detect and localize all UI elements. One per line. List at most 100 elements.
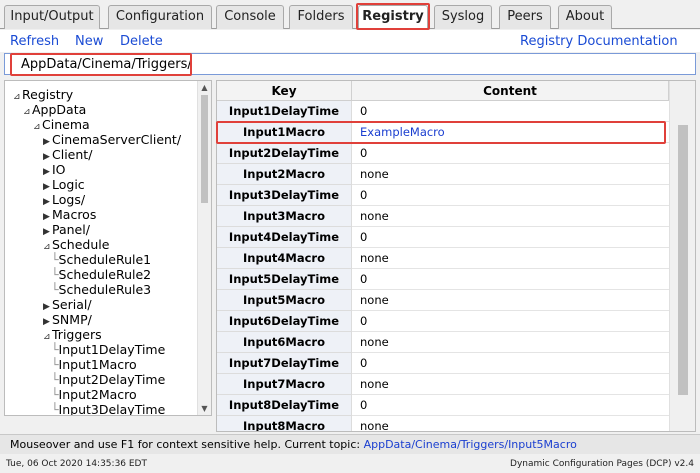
- tab-folders[interactable]: Folders: [289, 5, 353, 29]
- registry-documentation-link[interactable]: Registry Documentation: [520, 34, 678, 49]
- table-row[interactable]: Input7Macro none: [217, 374, 669, 395]
- tree-scroll-thumb[interactable]: [201, 95, 208, 203]
- key-cell: Input3Macro: [217, 206, 352, 227]
- content-cell[interactable]: none: [352, 206, 669, 227]
- content-cell[interactable]: 0: [352, 143, 669, 164]
- expand-triangle-icon[interactable]: ⊿: [13, 90, 22, 105]
- scroll-down-icon[interactable]: ▼: [198, 404, 211, 413]
- key-cell: Input7DelayTime: [217, 353, 352, 374]
- content-cell[interactable]: none: [352, 332, 669, 353]
- content-cell[interactable]: none: [352, 164, 669, 185]
- expand-triangle-icon[interactable]: ⊿: [33, 120, 42, 135]
- content-cell[interactable]: 0: [352, 185, 669, 206]
- table-row[interactable]: Input7DelayTime 0: [217, 353, 669, 374]
- tree-node-cinemaserverclient[interactable]: ▶ CinemaServerClient/: [43, 132, 181, 147]
- tree-connector-icon: └: [51, 252, 59, 267]
- tree-node-cinema[interactable]: ⊿Cinema: [33, 117, 90, 132]
- content-cell[interactable]: none: [352, 248, 669, 269]
- tree-node-label: AppData: [32, 102, 87, 117]
- tree-node-logs[interactable]: ▶ Logs/: [43, 192, 85, 207]
- content-cell[interactable]: none: [352, 374, 669, 395]
- tab-peers[interactable]: Peers: [499, 5, 551, 29]
- expand-triangle-icon[interactable]: ⊿: [23, 105, 32, 120]
- table-row[interactable]: Input8DelayTime 0: [217, 395, 669, 416]
- content-cell[interactable]: none: [352, 290, 669, 311]
- table-row[interactable]: Input1DelayTime 0: [217, 101, 669, 122]
- tree-node-registry[interactable]: ⊿Registry: [13, 87, 73, 102]
- tree-node-schedule[interactable]: ⊿Schedule: [43, 237, 109, 252]
- content-cell[interactable]: 0: [352, 227, 669, 248]
- table-scrollbar[interactable]: [669, 81, 695, 431]
- status-bar: Tue, 06 Oct 2020 14:35:36 EDT Dynamic Co…: [0, 455, 700, 473]
- column-header-content[interactable]: Content: [352, 81, 669, 101]
- tree-node-snmp[interactable]: ▶ SNMP/: [43, 312, 92, 327]
- registry-path-text: AppData/Cinema/Triggers/: [21, 57, 192, 72]
- refresh-link[interactable]: Refresh: [10, 34, 59, 49]
- tree-node-macros[interactable]: ▶ Macros: [43, 207, 96, 222]
- content-cell[interactable]: ExampleMacro: [352, 122, 669, 143]
- content-cell[interactable]: 0: [352, 269, 669, 290]
- tree-node-schedulerule1[interactable]: └ScheduleRule1: [51, 252, 151, 267]
- tab-about[interactable]: About: [558, 5, 612, 29]
- tree-node-input2macro[interactable]: └Input2Macro: [51, 387, 137, 402]
- tree-node-logic[interactable]: ▶ Logic: [43, 177, 85, 192]
- tab-configuration[interactable]: Configuration: [108, 5, 212, 29]
- delete-link[interactable]: Delete: [120, 34, 163, 49]
- scroll-up-icon[interactable]: ▲: [198, 83, 211, 92]
- new-link[interactable]: New: [75, 34, 103, 49]
- tree-node-input1macro[interactable]: └Input1Macro: [51, 357, 137, 372]
- tree-node-label: ScheduleRule2: [58, 267, 152, 282]
- tree-node-label: IO: [52, 162, 66, 177]
- table-row[interactable]: Input2DelayTime 0: [217, 143, 669, 164]
- table-row[interactable]: Input6Macro none: [217, 332, 669, 353]
- tree-node-appdata[interactable]: ⊿AppData: [23, 102, 86, 117]
- tree-node-label: SNMP/: [52, 312, 92, 327]
- tree-node-triggers[interactable]: ⊿Triggers: [43, 327, 102, 342]
- tree-scrollbar[interactable]: ▲ ▼: [197, 81, 211, 415]
- tree-node-io[interactable]: ▶ IO: [43, 162, 66, 177]
- content-cell[interactable]: 0: [352, 311, 669, 332]
- registry-path-field[interactable]: AppData/Cinema/Triggers/: [4, 53, 696, 75]
- tab-registry[interactable]: Registry: [358, 5, 428, 30]
- table-row[interactable]: Input6DelayTime 0: [217, 311, 669, 332]
- tree-node-input2delaytime[interactable]: └Input2DelayTime: [51, 372, 165, 387]
- table-row[interactable]: Input3Macro none: [217, 206, 669, 227]
- tree-node-label: Registry: [22, 87, 74, 102]
- key-cell: Input4DelayTime: [217, 227, 352, 248]
- tree-node-schedulerule3[interactable]: └ScheduleRule3: [51, 282, 151, 297]
- tree-node-client[interactable]: ▶ Client/: [43, 147, 92, 162]
- table-row[interactable]: Input2Macro none: [217, 164, 669, 185]
- tab-console[interactable]: Console: [216, 5, 284, 29]
- table-row[interactable]: Input4Macro none: [217, 248, 669, 269]
- content-cell[interactable]: 0: [352, 101, 669, 122]
- table-row[interactable]: Input4DelayTime 0: [217, 227, 669, 248]
- key-cell: Input2DelayTime: [217, 143, 352, 164]
- table-row[interactable]: Input1Macro ExampleMacro: [217, 122, 669, 143]
- table-scroll-thumb[interactable]: [678, 125, 688, 395]
- content-cell[interactable]: 0: [352, 395, 669, 416]
- help-topic-link[interactable]: AppData/Cinema/Triggers/Input5Macro: [364, 438, 577, 451]
- table-row[interactable]: Input3DelayTime 0: [217, 185, 669, 206]
- table-row[interactable]: Input8Macro none: [217, 416, 669, 431]
- table-row[interactable]: Input5Macro none: [217, 290, 669, 311]
- column-header-key[interactable]: Key: [217, 81, 352, 101]
- tree-connector-icon: └: [51, 282, 59, 297]
- tree-node-label: Panel/: [52, 222, 90, 237]
- action-row: Refresh New Delete Registry Documentatio…: [0, 30, 700, 52]
- tree-node-label: Input3DelayTime: [58, 402, 166, 416]
- content-cell[interactable]: none: [352, 416, 669, 431]
- content-cell[interactable]: 0: [352, 353, 669, 374]
- tree-node-input1delaytime[interactable]: └Input1DelayTime: [51, 342, 165, 357]
- status-datetime: Tue, 06 Oct 2020 14:35:36 EDT: [6, 459, 147, 469]
- help-bar: Mouseover and use F1 for context sensiti…: [0, 434, 700, 454]
- tree-connector-icon: └: [51, 342, 59, 357]
- tree-node-input3delaytime[interactable]: └Input3DelayTime: [51, 402, 166, 416]
- key-cell: Input1Macro: [217, 122, 352, 143]
- key-cell: Input5Macro: [217, 290, 352, 311]
- tab-syslog[interactable]: Syslog: [434, 5, 492, 29]
- tab-input-output[interactable]: Input/Output: [4, 5, 100, 29]
- tree-node-panel[interactable]: ▶ Panel/: [43, 222, 90, 237]
- tree-node-schedulerule2[interactable]: └ScheduleRule2: [51, 267, 151, 282]
- table-row[interactable]: Input5DelayTime 0: [217, 269, 669, 290]
- tree-node-serial[interactable]: ▶ Serial/: [43, 297, 92, 312]
